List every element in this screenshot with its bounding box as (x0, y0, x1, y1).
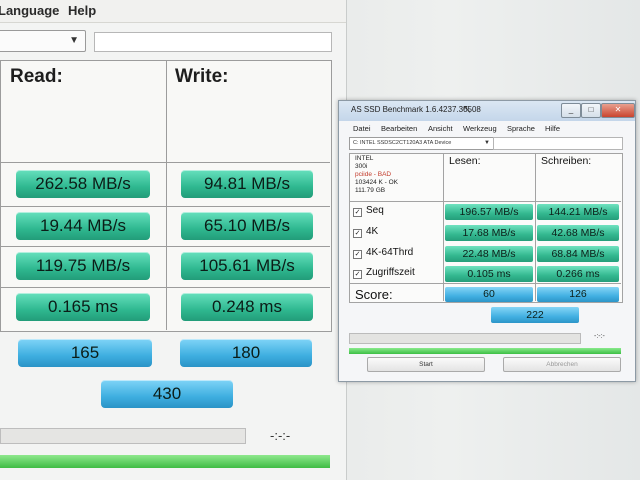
close-button[interactable]: ✕ (601, 103, 635, 118)
elapsed-time: -:-:- (270, 428, 291, 443)
drive-info: INTEL 300i pciide - BAD 103424 K - OK 11… (355, 155, 398, 195)
menu-hilfe[interactable]: Hilfe (545, 124, 560, 133)
chevron-down-icon: ▼ (484, 140, 490, 146)
menu-werkzeug[interactable]: Werkzeug (463, 124, 497, 133)
write-score: 180 (180, 339, 312, 367)
score-label: Score: (355, 287, 393, 302)
status-bar (349, 348, 621, 354)
grid-divider (0, 206, 330, 207)
elapsed-time: -:-:- (594, 333, 605, 340)
menu-bar: Language Help (0, 0, 346, 23)
chevron-down-icon: ▼ (69, 35, 79, 46)
grid-divider (535, 153, 536, 301)
benchmark-window-large: Language Help ▼ Read: Write: 262.58 MB/s… (0, 0, 347, 480)
seq-write-value: 94.81 MB/s (181, 170, 313, 198)
status-bar (0, 455, 330, 468)
path-field[interactable] (94, 32, 332, 52)
screen: Language Help ▼ Read: Write: 262.58 MB/s… (0, 0, 640, 480)
4k-write-value: 65.10 MB/s (181, 212, 313, 240)
drive-select[interactable]: C: INTEL SSDSC2CT120A3 ATA Device ▼ (349, 137, 494, 150)
access-checkbox[interactable]: ✓ (353, 270, 362, 279)
seq-read-value: 196.57 MB/s (445, 204, 533, 220)
read-score: 165 (18, 339, 152, 367)
menu-help[interactable]: Help (68, 3, 96, 18)
menu-bearbeiten[interactable]: Bearbeiten (381, 124, 417, 133)
minimize-button[interactable]: _ (561, 103, 581, 118)
write-header: Schreiben: (541, 155, 592, 167)
drive-capacity: 111.79 GB (355, 187, 386, 194)
4k64-label: 4K-64Thrd (366, 247, 414, 258)
drive-firmware: 300i (355, 163, 368, 170)
4k-checkbox[interactable]: ✓ (353, 229, 362, 238)
menu-sprache[interactable]: Sprache (507, 124, 535, 133)
4k-label: 4K (366, 226, 379, 237)
4k-write-value: 42.68 MB/s (537, 225, 619, 241)
drive-vendor: INTEL (355, 155, 374, 162)
4k64-write-value: 68.84 MB/s (537, 246, 619, 262)
grid-divider (0, 246, 330, 247)
read-score: 60 (445, 287, 533, 302)
grid-divider (349, 201, 621, 202)
alignment-status: 103424 K - OK (355, 179, 398, 186)
menu-datei[interactable]: Datei (353, 124, 371, 133)
grid-divider (443, 153, 444, 301)
seq-label: Seq (366, 205, 384, 216)
access-label: Zugriffszeit (366, 267, 415, 278)
grid-divider (0, 162, 330, 163)
total-score: 430 (101, 380, 233, 408)
progress-bar (0, 428, 246, 444)
read-header: Lesen: (449, 155, 481, 167)
4k-read-value: 19.44 MB/s (16, 212, 150, 240)
4k-read-value: 17.68 MB/s (445, 225, 533, 241)
seq-checkbox[interactable]: ✓ (353, 208, 362, 217)
4k64-read-value: 22.48 MB/s (445, 246, 533, 262)
read-header: Read: (10, 66, 63, 87)
title-bar: AS SSD Benchmark 1.6.4237.30508 _ □ ✕ (339, 101, 635, 121)
grid-divider (166, 60, 167, 330)
total-score: 222 (491, 307, 579, 323)
mouse-cursor-icon: ↖ (462, 102, 473, 116)
4k64-checkbox[interactable]: ✓ (353, 250, 362, 259)
menu-bar: Datei Bearbeiten Ansicht Werkzeug Sprach… (339, 122, 635, 135)
menu-language[interactable]: Language (0, 3, 59, 18)
access-read-value: 0.165 ms (16, 293, 150, 321)
maximize-button[interactable]: □ (581, 103, 601, 118)
access-write-value: 0.248 ms (181, 293, 313, 321)
seq-read-value: 262.58 MB/s (16, 170, 150, 198)
path-field[interactable] (493, 137, 623, 150)
4k64-write-value: 105.61 MB/s (181, 252, 313, 280)
access-read-value: 0.105 ms (445, 266, 533, 282)
4k64-read-value: 119.75 MB/s (16, 252, 150, 280)
progress-bar (349, 333, 581, 344)
access-write-value: 0.266 ms (537, 266, 619, 282)
menu-ansicht[interactable]: Ansicht (428, 124, 453, 133)
benchmark-window-small: AS SSD Benchmark 1.6.4237.30508 _ □ ✕ Da… (338, 100, 636, 382)
grid-divider (0, 287, 330, 288)
drive-select[interactable]: ▼ (0, 30, 86, 52)
cancel-button[interactable]: Abbrechen (503, 357, 621, 372)
start-button[interactable]: Start (367, 357, 485, 372)
write-score: 126 (537, 287, 619, 302)
seq-write-value: 144.21 MB/s (537, 204, 619, 220)
drive-select-value: C: INTEL SSDSC2CT120A3 ATA Device (353, 140, 452, 146)
driver-status: pciide - BAD (355, 171, 392, 178)
grid-divider (349, 283, 621, 284)
write-header: Write: (175, 66, 229, 87)
